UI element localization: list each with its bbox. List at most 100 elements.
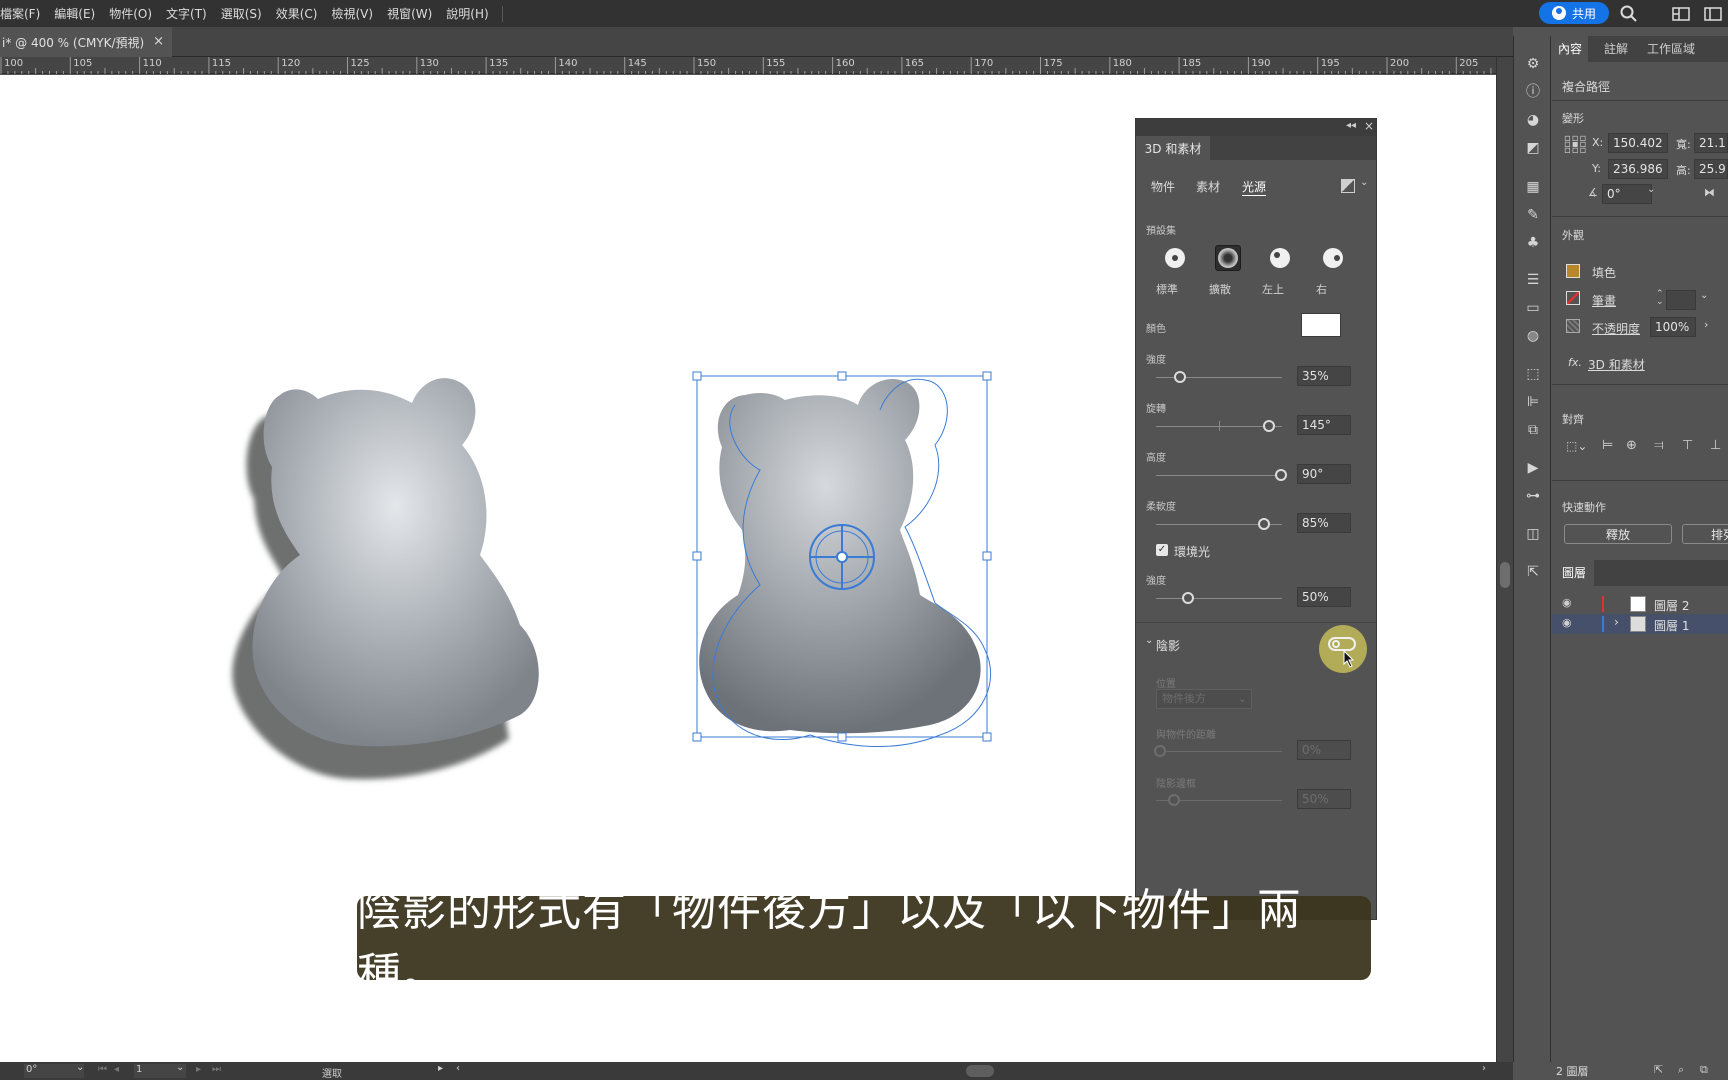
eye-icon[interactable]: ◉ [1562,596,1572,609]
tab-object[interactable]: 物件 [1151,178,1175,195]
transform-icon[interactable]: ⬚ [1524,365,1542,383]
flip-horizontal-icon[interactable]: ⧓ [1704,186,1715,199]
menu-object[interactable]: 物件(O) [102,5,159,22]
first-artboard-icon[interactable]: ⏮ [98,1064,107,1075]
stroke-weight-stepper-icon[interactable]: ⌃ ⌄ [1656,290,1664,307]
align-to-selection-icon[interactable]: ⬚⌄ [1566,439,1587,453]
transparency-icon[interactable]: ◍ [1524,327,1542,345]
chevron-down-icon[interactable]: ⌄ [1145,635,1153,646]
collapse-icon[interactable]: ◂◂ [1346,120,1356,131]
align-top-icon[interactable]: ⊤ [1682,438,1693,453]
preset-right-button[interactable] [1320,245,1346,271]
scroll-right-icon[interactable]: › [1482,1063,1486,1074]
height-input[interactable]: 90° [1297,464,1351,484]
shadow-toggle[interactable] [1328,637,1356,651]
info-icon[interactable]: ⓘ [1524,83,1542,101]
render-settings-icon[interactable] [1341,179,1355,193]
chevron-down-icon[interactable]: ⌄ [76,1062,84,1073]
rotation-angle-input[interactable]: 0° [1602,184,1652,204]
rotation-slider-knob[interactable] [1263,420,1275,432]
eye-icon[interactable]: ◉ [1562,616,1572,629]
libraries-icon[interactable]: ◫ [1524,525,1542,543]
layer-name[interactable]: 圖層 1 [1654,617,1689,634]
tab-comments[interactable]: 註解 [1604,36,1628,62]
menu-effect[interactable]: 效果(C) [269,5,325,22]
align-vertical-center-icon[interactable]: ⊥ [1710,438,1721,453]
intensity-slider-knob[interactable] [1174,371,1186,383]
color-guide-icon[interactable]: ◩ [1524,139,1542,157]
height-slider-track[interactable] [1156,475,1282,476]
chevron-down-icon[interactable]: ⌄ [176,1062,184,1073]
scrollbar-thumb[interactable] [1500,562,1510,588]
brushes-icon[interactable]: ✎ [1524,206,1542,224]
chevron-down-icon[interactable]: ⌄ [1647,184,1655,195]
light-color-swatch[interactable] [1301,313,1341,337]
horizontal-scrollbar-thumb[interactable] [966,1065,994,1077]
tab-artboards[interactable]: 工作區域 [1647,36,1695,62]
pathfinder-icon[interactable]: ⧉ [1524,421,1542,439]
3d-materials-effect-link[interactable]: 3D 和素材 [1588,356,1645,373]
opacity-input[interactable]: 100% [1650,317,1696,337]
preset-standard-button[interactable] [1162,245,1188,271]
last-artboard-icon[interactable]: ⏭ [212,1064,221,1075]
layer-name[interactable]: 圖層 2 [1654,597,1689,614]
panel-close-icon[interactable]: × [1364,119,1374,133]
panel-toggle-icon[interactable] [1704,7,1722,21]
chevron-right-icon[interactable]: › [1614,615,1619,629]
layer-row[interactable]: ◉ 圖層 2 [1552,594,1728,614]
preset-diffuse-button[interactable] [1215,245,1241,271]
menu-file[interactable]: 檔案(F) [0,5,47,22]
document-tab[interactable]: i* @ 400 % (CMYK/預視) × [0,27,172,57]
tab-3d-materials[interactable]: 3D 和素材 [1136,136,1210,160]
status-menu-arrow-icon[interactable]: ▸ [438,1063,443,1074]
opacity-label[interactable]: 不透明度 [1592,320,1640,337]
ambient-intensity-slider-track[interactable] [1156,598,1282,599]
rotation-input[interactable]: 145° [1297,415,1351,435]
export-icon[interactable]: ⇱ [1654,1063,1663,1076]
scroll-left-icon[interactable]: ‹ [456,1063,460,1074]
menu-edit[interactable]: 編輯(E) [47,5,102,22]
fill-swatch[interactable] [1566,264,1580,278]
reference-point-icon[interactable]: ▫▫▫ ▫▪▫ ▫▫▫ [1564,134,1586,156]
export-icon[interactable]: ⇱ [1524,563,1542,581]
menu-help[interactable]: 說明(H) [439,5,495,22]
stroke-weight-input[interactable] [1666,290,1696,310]
ambient-intensity-input[interactable]: 50% [1297,587,1351,607]
gradient-icon[interactable]: ▭ [1524,299,1542,317]
align-right-icon[interactable]: ⫤ [1654,438,1664,453]
height-input[interactable]: 25.9 [1694,159,1728,179]
symbols-icon[interactable]: ♣ [1524,234,1542,252]
chevron-right-icon[interactable]: › [1704,318,1708,331]
previous-artboard-icon[interactable]: ◂ [114,1064,119,1075]
workspace-switcher-icon[interactable] [1672,7,1690,21]
chevron-down-icon[interactable]: ⌄ [1360,177,1368,188]
x-input[interactable]: 150.402 [1608,133,1668,153]
actions-play-icon[interactable]: ▶ [1524,459,1542,477]
y-input[interactable]: 236.986 [1608,159,1668,179]
next-artboard-icon[interactable]: ▸ [196,1064,201,1075]
menu-view[interactable]: 檢視(V) [324,5,380,22]
share-button[interactable]: 共用 [1539,2,1609,24]
stroke-label[interactable]: 筆畫 [1592,292,1616,309]
align-center-icon[interactable]: ⊕ [1626,438,1637,453]
new-layer-icon[interactable]: ⧉ [1700,1063,1708,1077]
tab-properties[interactable]: 內容 [1552,36,1589,62]
width-input[interactable]: 21.1 [1694,133,1728,153]
ambient-light-checkbox[interactable]: ✓ [1156,544,1168,556]
stroke-swatch[interactable] [1566,291,1580,305]
palette-icon[interactable]: ◕ [1524,111,1542,129]
close-icon[interactable]: × [153,34,164,49]
softness-input[interactable]: 85% [1297,513,1351,533]
ambient-intensity-slider-knob[interactable] [1182,592,1194,604]
tab-lighting[interactable]: 光源 [1242,178,1266,195]
swatches-icon[interactable]: ▦ [1524,178,1542,196]
links-icon[interactable]: ⊶ [1524,487,1542,505]
layer-row[interactable]: ◉ › 圖層 1 [1552,614,1728,634]
vertical-scrollbar[interactable] [1496,57,1513,1062]
menu-window[interactable]: 視窗(W) [380,5,439,22]
align-left-icon[interactable]: ⊨ [1602,438,1613,453]
tab-materials[interactable]: 素材 [1196,178,1220,195]
tab-layers[interactable]: 圖層 [1552,560,1595,586]
menu-type[interactable]: 文字(T) [159,5,214,22]
chevron-down-icon[interactable]: ⌄ [1700,290,1708,301]
